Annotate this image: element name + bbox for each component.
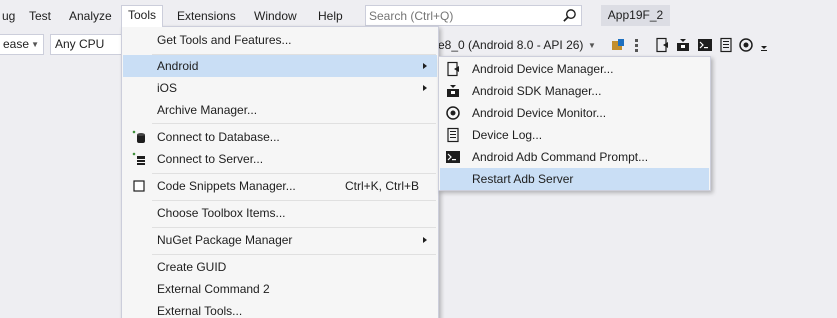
menu-item-device-log[interactable]: Device Log... xyxy=(440,124,709,146)
device-monitor-icon xyxy=(446,106,460,120)
menu-item-label: External Command 2 xyxy=(157,282,270,296)
menu-item-connect-server[interactable]: Connect to Server... xyxy=(123,148,437,170)
menu-item-create-guid[interactable]: Create GUID xyxy=(123,256,437,278)
device-log-icon xyxy=(447,127,459,143)
menu-item-device-manager[interactable]: Android Device Manager... xyxy=(440,58,709,80)
menu-item-code-snippets[interactable]: Code Snippets Manager... Ctrl+K, Ctrl+B xyxy=(123,175,437,197)
chevron-right-icon xyxy=(423,63,427,69)
menu-window[interactable]: Window xyxy=(248,6,303,26)
menu-separator xyxy=(152,123,436,124)
chevron-right-icon xyxy=(423,237,427,243)
search-box[interactable] xyxy=(365,5,582,26)
menu-item-label: External Tools... xyxy=(157,304,243,318)
menu-item-label: Android Device Monitor... xyxy=(472,106,607,120)
menu-item-get-tools[interactable]: Get Tools and Features... xyxy=(123,29,437,51)
menu-item-restart-adb[interactable]: Restart Adb Server xyxy=(440,168,709,190)
platform-value: Any CPU xyxy=(55,37,105,51)
menu-item-sdk-manager[interactable]: Android SDK Manager... xyxy=(440,80,709,102)
menu-item-label: Connect to Server... xyxy=(157,152,264,166)
device-log-icon[interactable] xyxy=(718,37,734,53)
configuration-value: ease xyxy=(3,37,30,51)
menu-separator xyxy=(152,227,436,228)
menu-analyze[interactable]: Analyze xyxy=(63,6,118,26)
menu-item-connect-database[interactable]: Connect to Database... xyxy=(123,126,437,148)
sdk-manager-icon[interactable] xyxy=(675,37,691,53)
menu-item-label: Archive Manager... xyxy=(157,103,258,117)
device-monitor-icon[interactable] xyxy=(738,37,754,53)
snippet-icon xyxy=(133,180,145,192)
menu-test[interactable]: Test xyxy=(23,6,57,26)
toolbar-overflow-icon[interactable] xyxy=(756,37,772,53)
menu-item-ios[interactable]: iOS xyxy=(123,77,437,99)
chevron-right-icon xyxy=(423,85,427,91)
menu-separator xyxy=(152,254,436,255)
menu-item-label: Code Snippets Manager... xyxy=(157,179,296,193)
device-list-icon[interactable] xyxy=(633,37,649,53)
menu-item-label: Restart Adb Server xyxy=(472,172,574,186)
menu-extensions[interactable]: Extensions xyxy=(171,6,242,26)
menu-item-label: Device Log... xyxy=(472,128,543,142)
platform-dropdown[interactable]: Any CPU xyxy=(50,34,126,55)
search-input[interactable] xyxy=(369,7,559,24)
android-toolbar-icon[interactable] xyxy=(610,37,626,53)
device-manager-icon xyxy=(447,61,459,77)
menu-separator xyxy=(152,200,436,201)
menu-item-label: Connect to Database... xyxy=(157,130,280,144)
menu-item-shortcut: Ctrl+K, Ctrl+B xyxy=(345,179,420,193)
menu-item-label: Android Adb Command Prompt... xyxy=(472,150,649,164)
menu-item-label: iOS xyxy=(157,81,178,95)
menu-debug[interactable]: ug xyxy=(0,6,21,26)
menu-item-label: Android Device Manager... xyxy=(472,62,614,76)
menu-item-label: Choose Toolbox Items... xyxy=(157,206,286,220)
search-icon[interactable] xyxy=(562,8,577,23)
command-prompt-icon[interactable] xyxy=(697,37,713,53)
menu-item-label: NuGet Package Manager xyxy=(157,233,293,247)
menu-item-nuget[interactable]: NuGet Package Manager xyxy=(123,229,437,251)
device-manager-icon[interactable] xyxy=(654,37,670,53)
menu-item-archive-manager[interactable]: Archive Manager... xyxy=(123,99,437,121)
menu-item-toolbox-items[interactable]: Choose Toolbox Items... xyxy=(123,202,437,224)
android-submenu: Android Device Manager... Android SDK Ma… xyxy=(438,56,711,191)
menu-item-external-command[interactable]: External Command 2 xyxy=(123,278,437,300)
menu-help[interactable]: Help xyxy=(312,6,349,26)
menu-item-device-monitor[interactable]: Android Device Monitor... xyxy=(440,102,709,124)
menu-item-label: Create GUID xyxy=(157,260,227,274)
sdk-manager-icon xyxy=(447,85,459,97)
server-icon xyxy=(132,152,145,165)
menu-item-label: Get Tools and Features... xyxy=(157,33,292,47)
chevron-down-icon: ▼ xyxy=(31,40,39,49)
menu-item-adb-prompt[interactable]: Android Adb Command Prompt... xyxy=(440,146,709,168)
solution-title: App19F_2 xyxy=(601,5,670,26)
menu-item-label: Android SDK Manager... xyxy=(472,84,602,98)
menu-tools[interactable]: Tools xyxy=(121,5,164,27)
device-target-value[interactable]: e8_0 (Android 8.0 - API 26) xyxy=(438,38,583,52)
configuration-dropdown[interactable]: ease ▼ xyxy=(0,34,44,55)
command-prompt-icon xyxy=(446,151,460,163)
menu-item-external-tools[interactable]: External Tools... xyxy=(123,300,437,318)
menu-item-label: Android xyxy=(157,59,199,73)
chevron-down-icon[interactable]: ▼ xyxy=(588,41,596,50)
tools-menu: Get Tools and Features... Android iOS Ar… xyxy=(121,26,439,318)
menu-separator xyxy=(152,173,436,174)
database-icon xyxy=(132,130,145,143)
menu-item-android[interactable]: Android xyxy=(123,55,437,77)
